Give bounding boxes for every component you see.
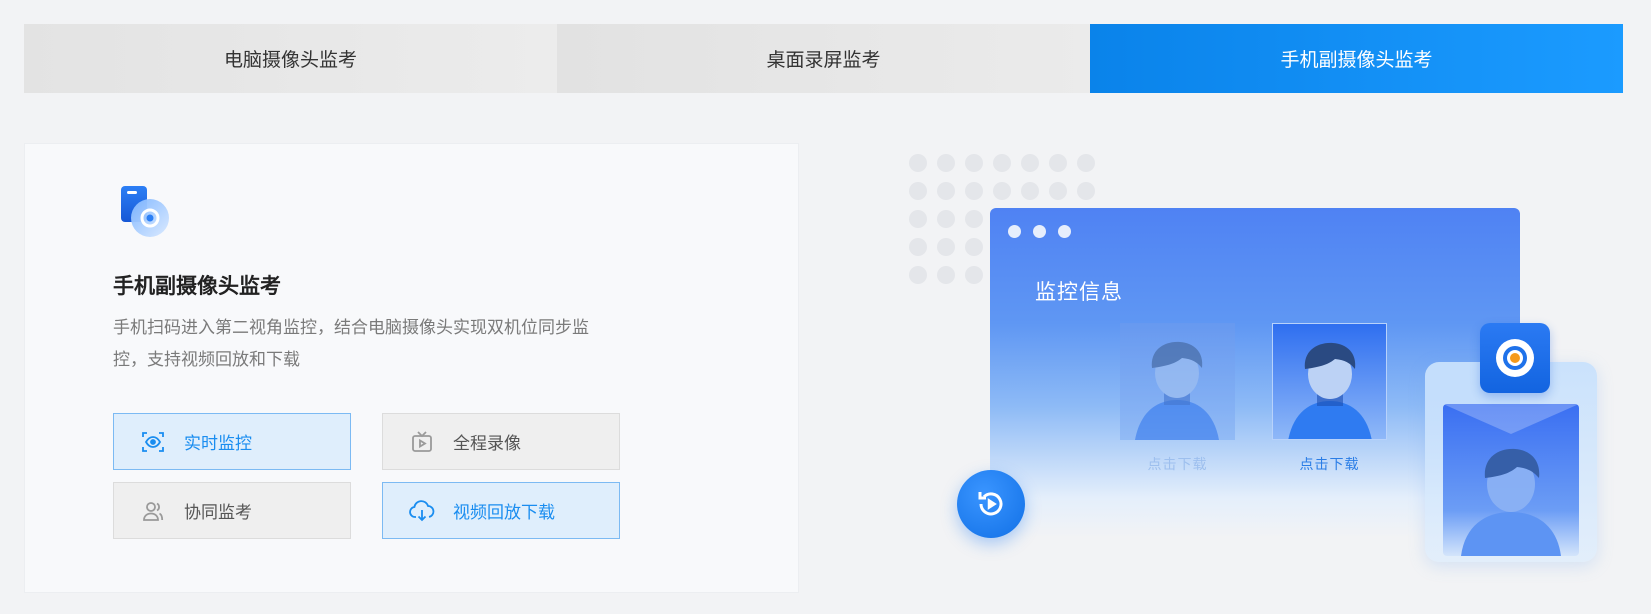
window-dot	[1058, 225, 1071, 238]
avatar-thumbnail[interactable]	[1272, 323, 1387, 440]
replay-button[interactable]	[957, 470, 1025, 538]
window-title: 监控信息	[1035, 280, 1123, 304]
feature-card: 手机副摄像头监考 手机扫码进入第二视角监控，结合电脑摄像头实现双机位同步监控，支…	[24, 143, 799, 593]
avatar-thumbnail[interactable]	[1120, 323, 1235, 440]
monitoring-illustration: 监控信息 点击下载 点击下载	[900, 140, 1620, 580]
tab-desktop-recording[interactable]: 桌面录屏监考	[557, 24, 1090, 93]
download-link[interactable]: 点击下载	[1272, 454, 1387, 474]
feature-label: 全程录像	[453, 434, 521, 454]
users-icon	[140, 498, 166, 524]
feature-label: 视频回放下载	[453, 503, 555, 523]
camera-icon	[1496, 339, 1534, 377]
card-description: 手机扫码进入第二视角监控，结合电脑摄像头实现双机位同步监控，支持视频回放和下载	[113, 318, 589, 370]
phone-camera-icon	[119, 186, 173, 240]
cloud-download-icon	[409, 498, 435, 524]
window-dot	[1008, 225, 1021, 238]
tab-computer-camera[interactable]: 电脑摄像头监考	[24, 24, 557, 93]
camera-badge	[1480, 323, 1550, 393]
person-icon	[1288, 342, 1372, 439]
phone-screen	[1443, 404, 1579, 556]
person-icon	[1135, 341, 1219, 440]
card-title: 手机副摄像头监考	[113, 274, 281, 298]
feature-full-recording[interactable]: 全程录像	[382, 413, 620, 470]
download-link[interactable]: 点击下载	[1120, 454, 1235, 474]
page: 电脑摄像头监考 桌面录屏监考 手机副摄像头监考 手机副摄像头监考 手机扫码进入第…	[0, 0, 1651, 614]
feature-collaborative-proctoring[interactable]: 协同监考	[113, 482, 351, 539]
person-icon	[1443, 404, 1579, 556]
feature-label: 实时监控	[184, 434, 252, 454]
feature-video-playback-download[interactable]: 视频回放下载	[382, 482, 620, 539]
tab-bar: 电脑摄像头监考 桌面录屏监考 手机副摄像头监考	[24, 24, 1623, 93]
window-dot	[1033, 225, 1046, 238]
eye-scan-icon	[140, 429, 166, 455]
feature-label: 协同监考	[184, 503, 252, 523]
replay-icon	[978, 492, 1003, 516]
feature-realtime-monitor[interactable]: 实时监控	[113, 413, 351, 470]
tab-phone-camera[interactable]: 手机副摄像头监考	[1090, 24, 1623, 93]
tv-play-icon	[409, 429, 435, 455]
